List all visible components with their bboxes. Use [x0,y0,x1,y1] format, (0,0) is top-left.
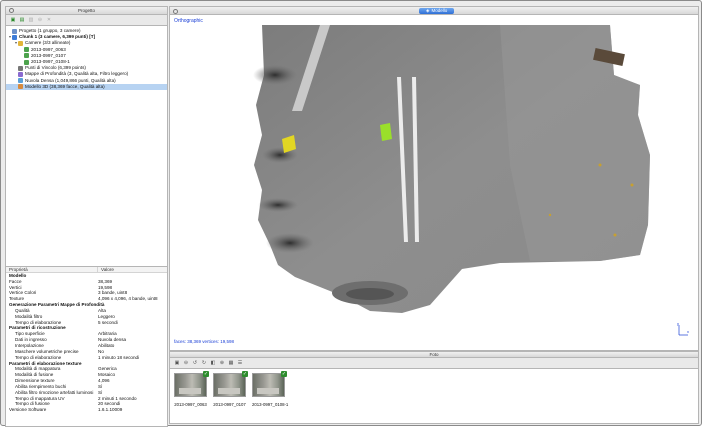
road-surface-model[interactable] [170,15,698,351]
tree-item-label: Modello 3D (38,369 facce, Qualità alta) [25,83,105,89]
shadow-area [266,233,314,253]
camera-icon [24,47,29,53]
import-icon[interactable]: ▥ [28,17,34,23]
photo-thumbnail[interactable]: ✓ 2013-0997_0108-1 [252,371,289,407]
chunk-icon [12,34,17,40]
model-3d-icon [18,84,23,90]
details-icon[interactable]: ☰ [237,360,243,366]
depth-maps-icon [18,71,23,77]
pothole-core [346,288,394,300]
project-icon [12,28,17,34]
aligned-check-icon: ✓ [203,371,209,377]
photo-thumbnail[interactable]: ✓ 2013-0997_0107 [213,371,248,407]
axis-x-label: x [687,329,689,334]
add-chunk-icon[interactable]: ▣ [10,17,16,23]
workspace-toolbar: ▣ ▤ ▥ ⊖ ✕ [5,15,168,25]
property-value: 1.6.1.10009 [98,407,123,413]
workspace-titlebar: Progetto [5,6,168,15]
debris [630,183,634,187]
photo-preview[interactable]: ✓ [174,371,209,397]
model-tab-icon: ◈ [426,8,430,13]
remove-icon[interactable]: ⊖ [37,17,43,23]
photo-caption: 2013-0997_0108-1 [252,402,289,407]
workspace-pane: Progetto ▣ ▤ ▥ ⊖ ✕ Progetto (1 gruppo, 3… [5,6,168,427]
model-stats: faces: 38,369 vertices: 19,598 [174,339,235,344]
shadow-area [253,65,297,85]
workspace-title: Progetto [77,8,95,13]
photo-thumbnails: ✓ 2013-0997_0063 ✓ 2013-0997_0107 ✓ 2013-0997… [169,368,699,424]
axis-indicator: y x [677,322,689,336]
photos-toolbar: ▣ ⊖ ↺ ↻ ◧ ⊕ ▦ ☰ [169,358,699,368]
green-marker [380,123,392,141]
add-photos-icon[interactable]: ▤ [19,17,25,23]
tree-item[interactable]: Modello 3D (38,369 facce, Qualità alta) [6,83,167,90]
rotate-right-icon[interactable]: ↻ [201,360,207,366]
photo-preview[interactable]: ✓ [213,371,248,397]
model-tabbar: ◈ Modello [169,6,699,15]
debris [613,233,617,237]
aligned-check-icon: ✓ [242,371,248,377]
model-tab-label: Modello [431,8,448,13]
model-viewport[interactable]: Orthographic faces: 38,369 vertices: 19,… [169,15,699,351]
dense-cloud-icon [18,78,23,84]
photo-caption: 2013-0997_0063 [174,402,207,407]
camera-icon [24,59,29,65]
photos-pane: Foto ▣ ⊖ ↺ ↻ ◧ ⊕ ▦ ☰ ✓ 2013-0997_0063 ✓ 201… [169,351,699,424]
photo-preview[interactable]: ✓ [252,371,287,397]
mask-icon[interactable]: ◧ [210,360,216,366]
property-row[interactable]: Versione Software 1.6.1.10009 [6,407,167,413]
photos-title: Foto [429,352,439,357]
debris [548,213,552,217]
pane-close-button[interactable] [173,8,178,14]
application-window: Progetto ▣ ▤ ▥ ⊖ ✕ Progetto (1 gruppo, 3… [0,0,702,427]
shadow-area [258,198,298,212]
zoom-icon[interactable]: ⊕ [219,360,225,366]
camera-icon [24,53,29,59]
debris [598,163,602,167]
projection-label: Orthographic [174,18,203,24]
photo-caption: 2013-0997_0107 [213,402,246,407]
property-name: Versione Software [9,407,47,413]
tab-model[interactable]: ◈ Modello [419,8,455,14]
photos-titlebar: Foto [169,351,699,358]
remove-photo-icon[interactable]: ⊖ [183,360,189,366]
tie-points-icon [18,65,23,71]
add-photo-icon[interactable]: ▣ [174,360,180,366]
value-column-header[interactable]: Valore [101,267,167,272]
cameras-folder-icon [18,40,23,46]
properties-table: Proprietà Valore Modello Facce 38,369 Verti… [5,267,168,427]
axis-y-label: y [677,322,679,326]
model-pane: ◈ Modello Orthographic faces: 38,369 ver… [169,6,699,424]
aligned-check-icon: ✓ [281,371,287,377]
photo-thumbnail[interactable]: ✓ 2013-0997_0063 [174,371,209,407]
grid-icon[interactable]: ▦ [228,360,234,366]
rotate-left-icon[interactable]: ↺ [192,360,198,366]
close-icon[interactable]: ✕ [46,17,52,23]
property-column-header[interactable]: Proprietà [6,267,98,272]
workspace-tree: Progetto (1 gruppo, 3 camere) ▾ Chunk 1 (3… [5,25,168,267]
